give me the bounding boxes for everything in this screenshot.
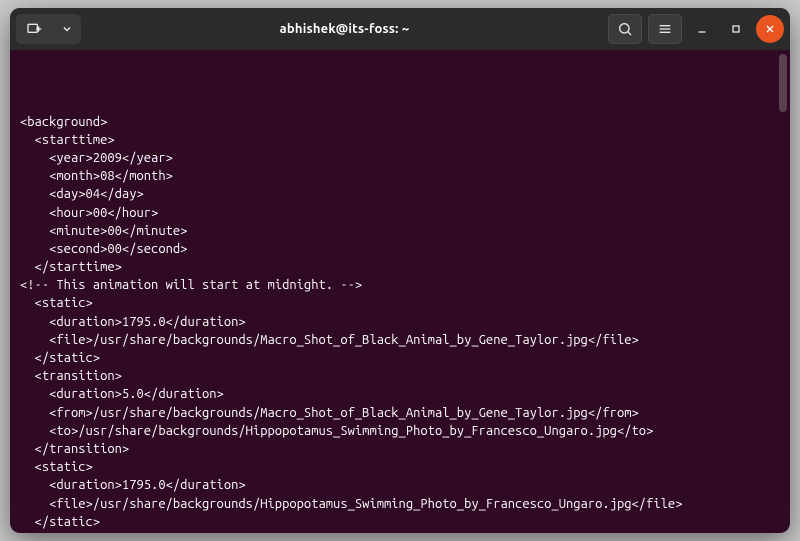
terminal-line: <static> bbox=[20, 294, 780, 312]
new-tab-icon bbox=[26, 21, 42, 37]
terminal-line: <day>04</day> bbox=[20, 185, 780, 203]
terminal-line: </static> bbox=[20, 513, 780, 531]
terminal-line: <duration>1795.0</duration> bbox=[20, 476, 780, 494]
new-tab-button[interactable] bbox=[16, 14, 52, 44]
chevron-down-icon bbox=[61, 23, 73, 35]
terminal-area[interactable]: <background> <starttime> <year>2009</yea… bbox=[10, 50, 790, 533]
titlebar-right-group bbox=[608, 14, 784, 44]
minimize-icon bbox=[696, 23, 708, 35]
terminal-line: <transition> bbox=[20, 531, 780, 533]
terminal-line: <to>/usr/share/backgrounds/Hippopotamus_… bbox=[20, 422, 780, 440]
scrollbar-thumb[interactable] bbox=[779, 54, 787, 112]
terminal-line: <duration>1795.0</duration> bbox=[20, 313, 780, 331]
maximize-icon bbox=[730, 23, 742, 35]
terminal-line: <minute>00</minute> bbox=[20, 222, 780, 240]
minimize-button[interactable] bbox=[688, 15, 716, 43]
terminal-line: <from>/usr/share/backgrounds/Macro_Shot_… bbox=[20, 404, 780, 422]
terminal-line: <!-- This animation will start at midnig… bbox=[20, 276, 780, 294]
terminal-line: <month>08</month> bbox=[20, 167, 780, 185]
window-title: abhishek@its-foss: ~ bbox=[87, 22, 602, 36]
terminal-line: <static> bbox=[20, 458, 780, 476]
terminal-line: <starttime> bbox=[20, 131, 780, 149]
tab-button-group bbox=[16, 14, 81, 44]
menu-button[interactable] bbox=[648, 14, 682, 44]
terminal-line: <file>/usr/share/backgrounds/Hippopotamu… bbox=[20, 495, 780, 513]
terminal-window: abhishek@its-foss: ~ bbox=[10, 8, 790, 533]
terminal-line: <duration>5.0</duration> bbox=[20, 385, 780, 403]
terminal-line: </transition> bbox=[20, 440, 780, 458]
terminal-content: <background> <starttime> <year>2009</yea… bbox=[20, 113, 780, 533]
hamburger-icon bbox=[657, 21, 673, 37]
terminal-line: <background> bbox=[20, 113, 780, 131]
terminal-line: </starttime> bbox=[20, 258, 780, 276]
terminal-line: </static> bbox=[20, 349, 780, 367]
maximize-button[interactable] bbox=[722, 15, 750, 43]
close-button[interactable] bbox=[756, 15, 784, 43]
tab-dropdown-button[interactable] bbox=[53, 14, 81, 44]
search-icon bbox=[617, 21, 633, 37]
terminal-line: <year>2009</year> bbox=[20, 149, 780, 167]
close-icon bbox=[764, 23, 776, 35]
terminal-line: <transition> bbox=[20, 367, 780, 385]
search-button[interactable] bbox=[608, 14, 642, 44]
terminal-line: <hour>00</hour> bbox=[20, 204, 780, 222]
titlebar: abhishek@its-foss: ~ bbox=[10, 8, 790, 50]
terminal-line: <file>/usr/share/backgrounds/Macro_Shot_… bbox=[20, 331, 780, 349]
terminal-line: <second>00</second> bbox=[20, 240, 780, 258]
